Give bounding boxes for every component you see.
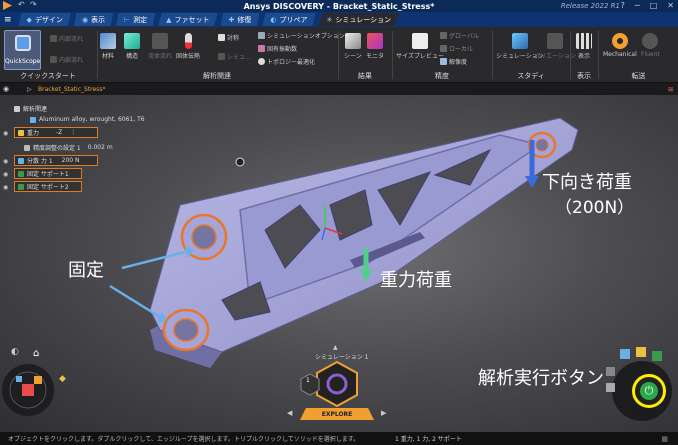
tree-eye-icon[interactable]: ◉ [3,158,8,165]
tree-item-material[interactable]: Aluminum alloy, wrought, 6061, T6 [30,116,145,123]
load-hole-bore [535,138,549,152]
view-cube[interactable] [0,346,80,426]
more-icon[interactable]: ⋮ [70,129,76,136]
fit-icon[interactable]: ◆ [59,374,66,384]
annotation-gravity: 重力荷重 [380,270,452,291]
status-settings-icon[interactable]: ▦ [661,435,668,443]
support-tree-icon [18,170,24,177]
precision-tree-icon [24,144,30,151]
tree-item-force[interactable]: 分散 力 1 200 N [14,155,98,166]
tree-item-precision[interactable]: 精度調整の設定 1 0.002 m [24,143,113,152]
material-tree-icon [30,116,36,123]
tree-item-fixed-support-1[interactable]: 固定 サポート1 [14,168,82,179]
explore-button[interactable]: EXPLORE [300,408,374,420]
load-arrow-head [525,176,539,188]
next-stage-icon[interactable]: ▶ [381,409,386,417]
pivot-marker [235,157,245,167]
tree-eye-icon[interactable]: ◉ [3,171,8,178]
tree-item-gravity[interactable]: 重力 -Z ⋮ [14,127,98,138]
support-tree-icon [18,183,24,190]
run-simulation-button[interactable]: ⏻ [632,374,666,408]
gravity-tree-icon [18,129,24,136]
annotation-fixed: 固定 [68,260,104,281]
stage-selector[interactable] [297,360,377,410]
home-icon[interactable]: ⌂ [33,348,39,359]
zoom-icon[interactable]: ◐ [11,347,19,357]
annotation-down-load-value: （200N） [555,198,635,218]
force-tree-icon [18,157,24,164]
tree-eye-icon[interactable]: ◉ [3,184,8,191]
annotation-down-load: 下向き荷重 [542,172,632,193]
status-info: 1 重力, 1 力, 2 サポート [395,436,462,443]
stage-up-icon[interactable]: ▲ [333,344,338,351]
prev-stage-icon[interactable]: ◀ [287,409,292,417]
tree-eye-icon[interactable]: ◉ [3,130,8,137]
status-message: オブジェクトをクリックします。ダブルクリックして、エッジループを選択します。トリ… [8,436,360,443]
analysis-icon [14,105,20,112]
power-icon: ⏻ [640,382,658,400]
fixed-hole-2-bore [173,318,199,342]
fixed-hole-1-bore [191,224,217,250]
annotation-run-button: 解析実行ボタン [478,368,604,389]
status-bar: オブジェクトをクリックします。ダブルクリックして、エッジループを選択します。トリ… [0,432,678,445]
stage-step: 1 [306,377,310,384]
tree-item-fixed-support-2[interactable]: 固定 サポート2 [14,181,82,192]
tree-item-analysis[interactable]: 解析関連 [14,104,47,113]
